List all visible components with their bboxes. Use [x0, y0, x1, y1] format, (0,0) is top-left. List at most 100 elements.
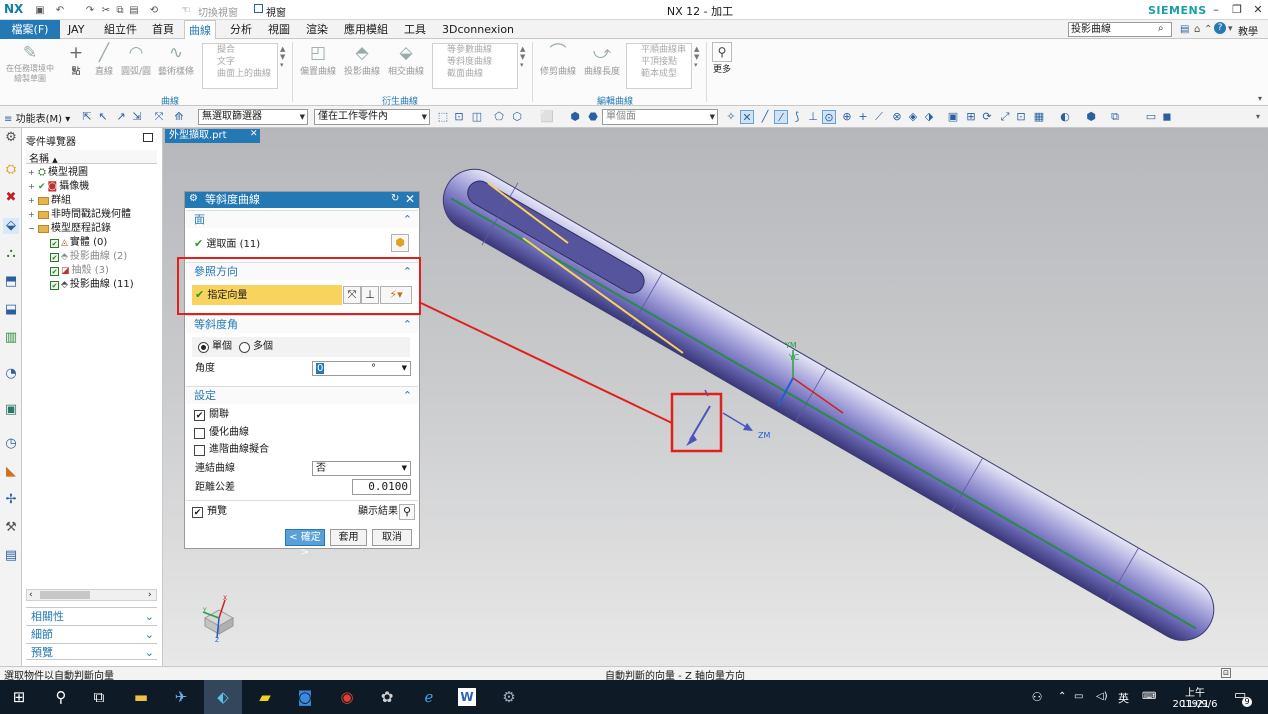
intersection-icon[interactable]: ⊥	[806, 110, 820, 124]
join-curves-select[interactable]: 否	[312, 461, 411, 476]
gallery-scroll-icon[interactable]: ▲ ▼ ▾	[520, 45, 525, 69]
cancel-button[interactable]: 取消	[372, 529, 412, 546]
tree-item-project-curve-11[interactable]: ✔ ⬘ 投影曲線 (11)	[28, 278, 156, 292]
lasso-icon[interactable]: ⬠	[492, 110, 506, 124]
gallery-scroll-icon[interactable]: ▲ ▼ ▾	[280, 45, 285, 69]
tree-item-cameras[interactable]: + ✔ ◙ 攝像機	[28, 180, 156, 194]
touch-mode-icon[interactable]: ☜	[180, 4, 192, 16]
tray-expand-icon[interactable]: ⌃	[1058, 691, 1066, 702]
select-option-icon[interactable]: ⟰	[172, 110, 186, 124]
tab-3dconnexion[interactable]: 3Dconnexion	[438, 20, 518, 39]
clock-date[interactable]: 2019/9/6	[1168, 699, 1222, 710]
dialog-title[interactable]: 等斜度曲線	[185, 192, 419, 208]
curve-length-button[interactable]: ⤻ 曲線長度	[582, 42, 622, 82]
toolbar-options-icon[interactable]: ▾	[1256, 112, 1260, 121]
tab-applications[interactable]: 應用模組	[340, 20, 392, 39]
type-filter-select[interactable]: 無選取篩選器	[198, 109, 308, 125]
distance-tolerance-input[interactable]: 0.0100	[352, 479, 411, 495]
select-chain-icon[interactable]: ↗	[114, 110, 128, 124]
tangent-icon[interactable]: ⟆	[790, 110, 804, 124]
tab-jay[interactable]: JAY	[64, 20, 88, 39]
select-pointer-icon[interactable]: ↖	[96, 110, 110, 124]
flat-joint-item[interactable]: 平頂接點	[627, 56, 691, 68]
face-select-button[interactable]: ⬢	[391, 234, 409, 252]
close-dialog-icon[interactable]: ✕	[405, 192, 415, 206]
assembly-navigator-icon[interactable]: ⛭	[3, 162, 19, 178]
gallery-scroll-icon[interactable]: ▲ ▼ ▾	[694, 45, 699, 69]
fit-view-icon[interactable]: ⊞	[964, 110, 978, 124]
cut-icon[interactable]: ✂	[100, 4, 112, 16]
apply-button[interactable]: 套用	[330, 529, 367, 546]
selection-intent-icon[interactable]: ◫	[470, 110, 484, 124]
fit-curve-item[interactable]: 擬合	[203, 44, 277, 56]
settings-gear-icon[interactable]: ⚙	[3, 130, 19, 146]
endpoint-icon[interactable]: ✕	[740, 110, 754, 124]
cube-icon[interactable]: ⬗	[922, 110, 936, 124]
offset-curve-button[interactable]: ◰ 偏置曲線	[300, 42, 336, 82]
ribbon-options-icon[interactable]: ▾	[1258, 94, 1262, 103]
undo-icon[interactable]: ↶	[54, 4, 66, 16]
trim-curve-button[interactable]: ⌒ 修剪曲線	[538, 42, 578, 82]
ok-button[interactable]: < 確定 >	[285, 529, 325, 558]
sticky-notes-icon[interactable]: ▰	[254, 686, 276, 708]
search-icon[interactable]: ⚲	[50, 686, 72, 708]
scroll-right-icon[interactable]: ›	[148, 590, 152, 600]
tree-item-unused-geometry[interactable]: + 非時間戳記幾何體	[28, 208, 156, 222]
paint-icon[interactable]: ✿	[376, 686, 398, 708]
curve-rule-icon[interactable]: ⬡	[510, 110, 524, 124]
associative-checkbox[interactable]: ✔	[194, 410, 205, 421]
advanced-fit-checkbox[interactable]	[194, 445, 205, 456]
internet-explorer-icon[interactable]: ℯ	[418, 686, 440, 708]
command-search-input[interactable]: 投影曲線	[1068, 22, 1172, 37]
more-button[interactable]: ⚲ 更多	[710, 42, 734, 82]
tab-render[interactable]: 渲染	[302, 20, 332, 39]
file-menu-button[interactable]: 檔案(F)	[0, 20, 60, 39]
single-radio[interactable]	[198, 342, 209, 353]
select-all-icon[interactable]: ⇲	[130, 110, 144, 124]
vector-arrow[interactable]	[686, 389, 753, 446]
show-result-button[interactable]: ⚲	[399, 504, 415, 520]
settings-section-header[interactable]: 設定 ⌃	[186, 386, 418, 404]
search-icon[interactable]: ⌕	[1158, 23, 1164, 34]
tutorial-link[interactable]: 教學	[1238, 23, 1258, 38]
smooth-curve-string-item[interactable]: 平順曲線串	[627, 44, 691, 56]
nx-app-icon[interactable]: ✈	[170, 686, 192, 708]
scrollbar-thumb[interactable]	[40, 591, 90, 599]
face-rule-select[interactable]: 單個面	[602, 109, 718, 125]
point-on-curve-icon[interactable]: +	[856, 110, 870, 124]
file-explorer-icon[interactable]: ▬	[130, 686, 152, 708]
checkbox-icon[interactable]: ✔	[50, 266, 59, 276]
reuse-library-icon[interactable]: ⛬	[3, 246, 19, 262]
preview-panel[interactable]: 預覽 ⌄	[26, 643, 157, 660]
snap-point-icon[interactable]: ✧	[724, 110, 738, 124]
task-view-icon[interactable]: ⧉	[88, 686, 110, 708]
scroll-left-icon[interactable]: ‹	[29, 590, 33, 600]
tree-item-project-curve-2[interactable]: ✔ ⬘ 投影曲線 (2)	[28, 250, 156, 264]
view-orient-icon[interactable]: ▣	[946, 110, 960, 124]
checkbox-icon[interactable]: ✔	[50, 238, 59, 248]
rectangle-select-icon[interactable]: ⬜	[540, 110, 554, 124]
restore-button[interactable]: ❐	[1226, 1, 1248, 19]
windows-start-icon[interactable]: ⊞	[8, 686, 30, 708]
arc-circle-button[interactable]: ◠ 圓弧/圓	[118, 42, 154, 82]
menu-button[interactable]: ≡ 功能表(M) ▾	[4, 110, 70, 125]
minimize-ribbon-icon[interactable]: ▾	[1228, 24, 1233, 34]
process-studio-icon[interactable]: ▣	[3, 402, 19, 418]
studio-spline-button[interactable]: ∿ 藝術樣條	[156, 42, 196, 82]
preview-checkbox[interactable]: ✔	[192, 507, 203, 518]
tree-item-solid[interactable]: ✔ ◬ 實體 (0)	[28, 236, 156, 250]
tab-analysis[interactable]: 分析	[226, 20, 256, 39]
people-icon[interactable]: ⚇	[1026, 686, 1048, 708]
paste-icon[interactable]: ▤	[128, 4, 140, 16]
template-shape-item[interactable]: 範本成型	[627, 68, 691, 80]
point-on-face-icon[interactable]: ⟋	[872, 110, 886, 124]
intersect-curve-button[interactable]: ⬙ 相交曲線	[386, 42, 426, 82]
copy-icon[interactable]: ⧉	[114, 4, 126, 16]
web-browser-icon[interactable]: ⬓	[3, 302, 19, 318]
keyboard-icon[interactable]: ⌨	[1142, 691, 1156, 702]
save-icon[interactable]: ▣	[34, 4, 46, 16]
tree-item-model-history[interactable]: − 模型歷程記錄	[28, 222, 156, 236]
angle-input[interactable]: 0 °	[312, 361, 411, 376]
minimize-button[interactable]: –	[1205, 1, 1227, 19]
operation-navigator-icon[interactable]: ⚒	[3, 520, 19, 536]
